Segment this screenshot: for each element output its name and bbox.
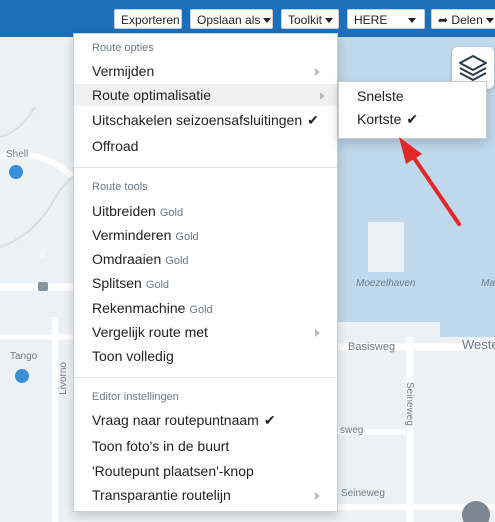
checkmark-icon: ✔ [263, 412, 276, 428]
menu-item-reverse[interactable]: Omdraaien Gold [92, 248, 332, 270]
menu-item-label: Toon foto's in de buurt [92, 438, 230, 454]
menu-item-route-line-transparency[interactable]: Transparantie routelijn [92, 484, 332, 506]
menu-item-ask-waypoint-name[interactable]: Vraag naar routepuntnaam ✔ [92, 409, 332, 431]
menu-item-label: Vermijden [92, 63, 155, 79]
menu-item-split[interactable]: Splitsen Gold [92, 272, 332, 294]
gold-badge: Gold [189, 304, 213, 316]
export-button[interactable]: Exporteren [114, 9, 182, 29]
map-label-road-3: 3 [40, 250, 45, 259]
gold-badge: Gold [145, 279, 170, 291]
chevron-down-icon [263, 18, 272, 24]
gold-badge: Gold [175, 231, 199, 243]
toolkit-label: Toolkit [288, 13, 323, 27]
menu-item-label: Uitschakelen seizoensafsluitingen [92, 112, 303, 128]
menu-item-calculator[interactable]: Rekenmachine Gold [92, 297, 332, 319]
menu-item-label: Uitbreiden [92, 203, 156, 219]
map-label-seineweg-horizontal: Seineweg [341, 488, 385, 499]
menu-item-label: Vergelijk route met [92, 324, 208, 340]
chevron-right-icon [320, 92, 325, 100]
map-label-moezelhaven: Moezelhaven [356, 278, 416, 289]
export-button-label: Exporteren [121, 13, 180, 27]
route-optimization-submenu: Snelste Kortste ✔ [338, 81, 487, 139]
menu-item-label: Toon volledig [92, 348, 174, 364]
menu-item-label: Transparantie routelijn [92, 487, 231, 503]
checkmark-icon: ✔ [307, 112, 319, 128]
chevron-down-icon [485, 18, 494, 24]
menu-item-label: Offroad [92, 138, 139, 154]
map-label-sweg: sweg [340, 425, 364, 436]
map-provider-label: HERE [354, 13, 388, 27]
share-dropdown[interactable]: ➦ Delen [431, 9, 495, 29]
menu-item-place-waypoint-button[interactable]: 'Routepunt plaatsen'-knop [92, 460, 332, 482]
top-toolbar: Exporteren Opslaan als Toolkit HERE ➦ De… [0, 0, 495, 37]
map-label-ma: Ma [481, 278, 495, 289]
menu-item-disable-seasonal-closures[interactable]: Uitschakelen seizoensafsluitingen ✔ [92, 109, 332, 131]
menu-divider [74, 167, 337, 168]
gold-badge: Gold [159, 207, 184, 219]
menu-item-route-optimization[interactable]: Route optimalisatie [74, 84, 337, 106]
menu-item-label: Verminderen [92, 227, 172, 243]
menu-item-avoid[interactable]: Vermijden [92, 60, 332, 82]
toolkit-dropdown[interactable]: Toolkit [281, 9, 339, 29]
save-as-dropdown[interactable]: Opslaan als [190, 9, 273, 29]
map-label-shell: Shell [6, 149, 29, 160]
submenu-item-label: Kortste [357, 111, 402, 127]
menu-item-label: Route optimalisatie [92, 87, 212, 103]
map-label-tango: Tango [10, 351, 38, 362]
menu-item-reduce[interactable]: Verminderen Gold [92, 224, 332, 246]
menu-item-label: 'Routepunt plaatsen'-knop [92, 463, 254, 479]
submenu-item-fastest[interactable]: Snelste [357, 88, 404, 104]
save-as-label: Opslaan als [197, 13, 261, 27]
menu-item-label: Splitsen [92, 275, 142, 291]
submenu-item-label: Snelste [357, 88, 404, 104]
chevron-right-icon [315, 68, 320, 76]
chevron-down-icon [325, 18, 334, 24]
map-label-westerhaven: Weste [462, 337, 495, 352]
menu-item-label: Rekenmachine [92, 300, 186, 316]
chevron-right-icon [315, 329, 320, 337]
section-editor-settings: Editor instellingen [92, 391, 179, 403]
map-label-livorno: Livorno [58, 362, 69, 395]
toolkit-menu: Route opties Vermijden Route optimalisat… [73, 33, 338, 512]
share-icon: ➦ [438, 13, 449, 27]
menu-item-show-photos[interactable]: Toon foto's in de buurt [92, 435, 332, 457]
section-route-options: Route opties [92, 42, 154, 54]
map-label-seineweg-vertical: Seineweg [404, 382, 415, 426]
menu-item-compare-route[interactable]: Vergelijk route met [92, 321, 332, 343]
checkmark-icon: ✔ [406, 111, 419, 127]
menu-item-label: Vraag naar routepuntnaam [92, 412, 259, 428]
gold-badge: Gold [165, 255, 189, 267]
chevron-right-icon [315, 492, 320, 500]
menu-item-label: Omdraaien [92, 251, 162, 267]
section-route-tools: Route tools [92, 181, 148, 193]
share-label: Delen [451, 13, 483, 27]
menu-divider [74, 377, 337, 378]
map-label-basisweg: Basisweg [348, 341, 396, 353]
map-provider-select[interactable]: HERE [347, 9, 425, 29]
submenu-item-shortest[interactable]: Kortste ✔ [357, 111, 418, 128]
chevron-down-icon [408, 18, 416, 23]
menu-item-expand[interactable]: Uitbreiden Gold [92, 200, 332, 222]
menu-item-show-full[interactable]: Toon volledig [92, 345, 332, 367]
menu-item-offroad[interactable]: Offroad [92, 135, 332, 157]
